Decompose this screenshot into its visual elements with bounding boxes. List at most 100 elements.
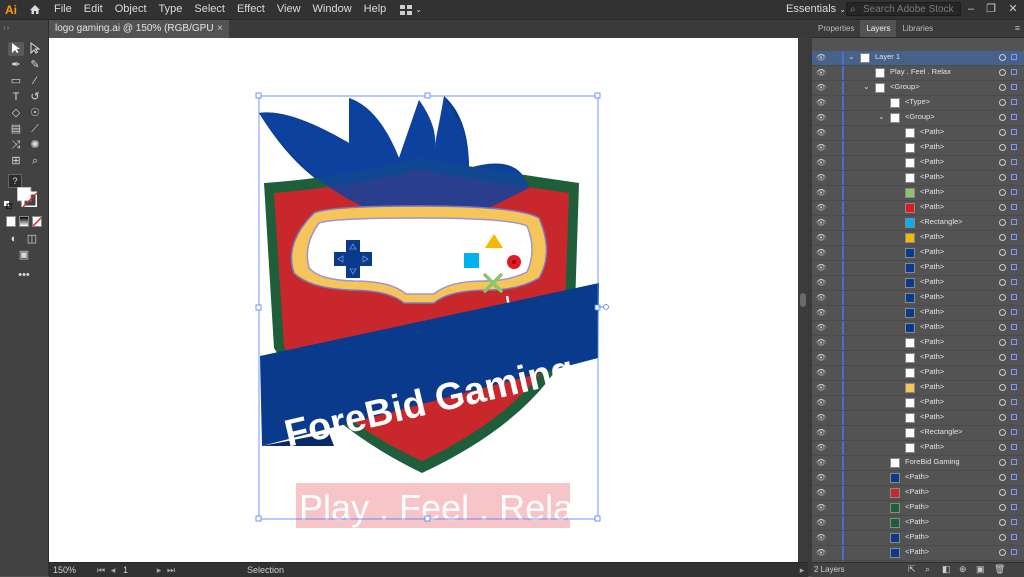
layer-name[interactable]: <Path>: [920, 397, 944, 406]
sublayer-row[interactable]: 👁 <Path>: [812, 231, 1024, 246]
target-icon[interactable]: [999, 384, 1006, 391]
target-icon[interactable]: [999, 474, 1006, 481]
draw-normal-icon[interactable]: ◐: [6, 232, 22, 246]
visibility-eye-icon[interactable]: 👁: [816, 113, 826, 122]
sublayer-row[interactable]: 👁 <Path>: [812, 396, 1024, 411]
selection-indicator[interactable]: [1011, 189, 1017, 195]
selection-indicator[interactable]: [1011, 309, 1017, 315]
target-icon[interactable]: [999, 249, 1006, 256]
visibility-eye-icon[interactable]: 👁: [816, 203, 826, 212]
locate-object-icon[interactable]: ⌕: [925, 564, 930, 575]
visibility-eye-icon[interactable]: 👁: [816, 368, 826, 377]
color-mode-button[interactable]: [6, 216, 16, 227]
pen-tool-icon[interactable]: ✒: [8, 58, 24, 72]
sublayer-row[interactable]: 👁 <Rectangle>: [812, 426, 1024, 441]
visibility-eye-icon[interactable]: 👁: [816, 533, 826, 542]
eyedropper-tool-icon[interactable]: ⟋: [27, 122, 43, 136]
sublayer-row[interactable]: 👁 <Path>: [812, 336, 1024, 351]
menu-effect[interactable]: Effect: [231, 0, 271, 19]
prev-artboard-button[interactable]: ◂: [107, 565, 119, 576]
edit-toolbar-icon[interactable]: •••: [16, 268, 32, 282]
target-icon[interactable]: [999, 189, 1006, 196]
sublayer-row[interactable]: 👁 <Type>: [812, 96, 1024, 111]
target-icon[interactable]: [999, 504, 1006, 511]
layer-name[interactable]: <Path>: [920, 442, 944, 451]
sublayer-row[interactable]: 👁 <Path>: [812, 501, 1024, 516]
gradient-tool-icon[interactable]: ▤: [8, 122, 24, 136]
tab-properties[interactable]: Properties: [812, 20, 860, 37]
target-icon[interactable]: [999, 324, 1006, 331]
layer-name[interactable]: ForeBid Gaming: [905, 457, 960, 466]
scrollbar-thumb[interactable]: [800, 293, 806, 307]
layer-name[interactable]: <Path>: [920, 187, 944, 196]
panel-grip[interactable]: ››: [3, 23, 45, 33]
selection-indicator[interactable]: [1011, 144, 1017, 150]
selection-indicator[interactable]: [1011, 69, 1017, 75]
selection-indicator[interactable]: [1011, 99, 1017, 105]
sublayer-row[interactable]: 👁 <Path>: [812, 381, 1024, 396]
visibility-eye-icon[interactable]: 👁: [816, 293, 826, 302]
layer-name[interactable]: <Path>: [920, 232, 944, 241]
new-sublayer-icon[interactable]: ⊕: [959, 564, 967, 575]
selection-indicator[interactable]: [1011, 234, 1017, 240]
curvature-tool-icon[interactable]: ✎: [27, 58, 43, 72]
selection-indicator[interactable]: [1011, 444, 1017, 450]
symbol-sprayer-tool-icon[interactable]: ✺: [27, 138, 43, 152]
menu-view[interactable]: View: [271, 0, 307, 19]
layer-name[interactable]: <Path>: [905, 532, 929, 541]
layer-name[interactable]: <Path>: [920, 322, 944, 331]
layer-name[interactable]: Layer 1: [875, 52, 900, 61]
selection-indicator[interactable]: [1011, 264, 1017, 270]
visibility-eye-icon[interactable]: 👁: [816, 248, 826, 257]
menu-file[interactable]: File: [48, 0, 78, 19]
screen-mode-icon[interactable]: ▣: [16, 248, 32, 262]
default-fill-stroke-icon[interactable]: [4, 200, 13, 210]
none-mode-button[interactable]: [32, 216, 42, 227]
sublayer-row[interactable]: 👁 <Path>: [812, 366, 1024, 381]
visibility-eye-icon[interactable]: 👁: [816, 143, 826, 152]
visibility-eye-icon[interactable]: 👁: [816, 383, 826, 392]
tab-layers[interactable]: Layers: [860, 20, 897, 37]
layer-name[interactable]: <Path>: [920, 202, 944, 211]
layer-name[interactable]: <Path>: [920, 412, 944, 421]
zoom-level[interactable]: 150%: [49, 565, 95, 575]
selection-indicator[interactable]: [1011, 489, 1017, 495]
sublayer-row[interactable]: 👁 <Path>: [812, 531, 1024, 546]
target-icon[interactable]: [999, 174, 1006, 181]
sublayer-row[interactable]: 👁 <Path>: [812, 306, 1024, 321]
visibility-eye-icon[interactable]: 👁: [816, 473, 826, 482]
warp-tool-icon[interactable]: ☉: [27, 106, 43, 120]
help-question-icon[interactable]: ?: [8, 174, 22, 188]
close-icon[interactable]: ×: [217, 20, 223, 38]
menu-select[interactable]: Select: [188, 0, 231, 19]
selection-indicator[interactable]: [1011, 354, 1017, 360]
layer-name[interactable]: <Path>: [905, 487, 929, 496]
layer-name[interactable]: <Path>: [920, 142, 944, 151]
menu-type[interactable]: Type: [153, 0, 189, 19]
layer-row[interactable]: 👁 ⌄ Layer 1: [812, 51, 1024, 66]
visibility-eye-icon[interactable]: 👁: [816, 548, 826, 557]
visibility-eye-icon[interactable]: 👁: [816, 488, 826, 497]
visibility-eye-icon[interactable]: 👁: [816, 128, 826, 137]
layer-name[interactable]: <Path>: [905, 517, 929, 526]
visibility-eye-icon[interactable]: 👁: [816, 278, 826, 287]
shape-builder-tool-icon[interactable]: ⤨: [8, 138, 24, 152]
target-icon[interactable]: [999, 144, 1006, 151]
target-icon[interactable]: [999, 159, 1006, 166]
new-layer-icon[interactable]: ▣: [976, 564, 985, 575]
selection-indicator[interactable]: [1011, 159, 1017, 165]
target-icon[interactable]: [999, 114, 1006, 121]
target-icon[interactable]: [999, 99, 1006, 106]
selection-indicator[interactable]: [1011, 54, 1017, 60]
delete-layer-icon[interactable]: 🗑: [994, 564, 1005, 575]
target-icon[interactable]: [999, 429, 1006, 436]
workspace-switcher[interactable]: Essentials ⌄: [786, 0, 846, 19]
layer-name[interactable]: <Type>: [905, 97, 930, 106]
sublayer-row[interactable]: 👁 <Path>: [812, 186, 1024, 201]
next-artboard-button[interactable]: ▸: [153, 565, 165, 576]
tab-libraries[interactable]: Libraries: [896, 20, 939, 37]
artboard-tool-icon[interactable]: ⊞: [8, 154, 24, 168]
layer-name[interactable]: Play . Feel . Relax: [890, 67, 951, 76]
visibility-eye-icon[interactable]: 👁: [816, 83, 826, 92]
menu-object[interactable]: Object: [109, 0, 153, 19]
